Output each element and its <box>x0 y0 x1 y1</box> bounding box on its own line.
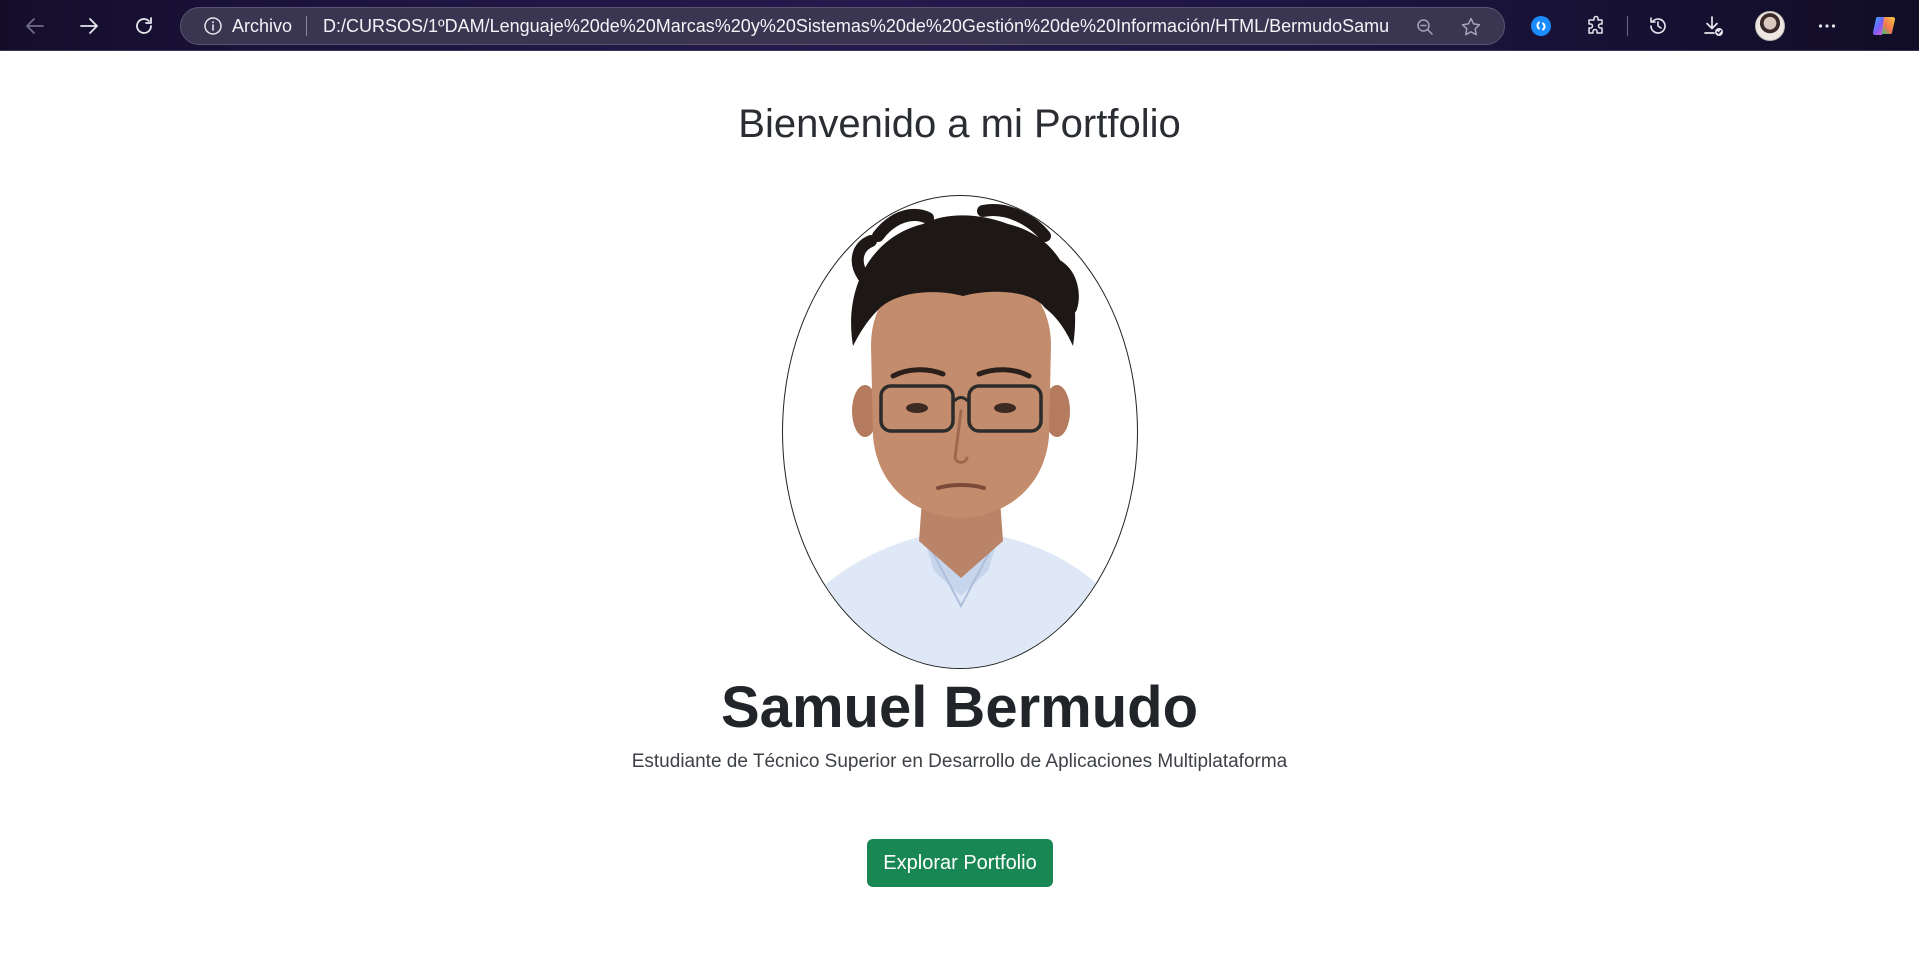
portrait-illustration <box>799 204 1123 668</box>
copilot-icon[interactable] <box>1868 9 1902 43</box>
profile-picture <box>1755 11 1785 41</box>
back-arrow-icon[interactable] <box>17 8 53 44</box>
shazam-icon[interactable] <box>1524 9 1558 43</box>
address-separator <box>306 16 308 36</box>
page-content: Bienvenido a mi Portfolio Samuel Bermudo… <box>0 52 1919 977</box>
profile-photo <box>782 195 1138 669</box>
explore-portfolio-button[interactable]: Explorar Portfolio <box>867 839 1053 887</box>
profile-name: Samuel Bermudo <box>721 675 1198 740</box>
download-icon[interactable] <box>1696 9 1730 43</box>
reload-icon[interactable] <box>126 8 162 44</box>
more-icon[interactable] <box>1810 9 1844 43</box>
toolbar-separator <box>1627 16 1628 36</box>
profile-subtitle: Estudiante de Técnico Superior en Desarr… <box>631 751 1288 772</box>
forward-arrow-icon[interactable] <box>71 8 107 44</box>
site-label: Archivo <box>232 15 293 36</box>
puzzle-icon[interactable] <box>1580 9 1614 43</box>
history-icon[interactable] <box>1641 9 1675 43</box>
info-icon[interactable] <box>203 16 223 36</box>
avatar[interactable] <box>1753 9 1787 43</box>
zoom-out-icon[interactable] <box>1414 16 1436 38</box>
address-bar[interactable]: Archivo D:/CURSOS/1ºDAM/Lenguaje%20de%20… <box>180 7 1505 45</box>
star-icon[interactable] <box>1460 16 1482 38</box>
browser-toolbar: Archivo D:/CURSOS/1ºDAM/Lenguaje%20de%20… <box>0 0 1919 51</box>
welcome-title: Bienvenido a mi Portfolio <box>738 102 1181 146</box>
url-text[interactable]: D:/CURSOS/1ºDAM/Lenguaje%20de%20Marcas%2… <box>323 16 1388 37</box>
